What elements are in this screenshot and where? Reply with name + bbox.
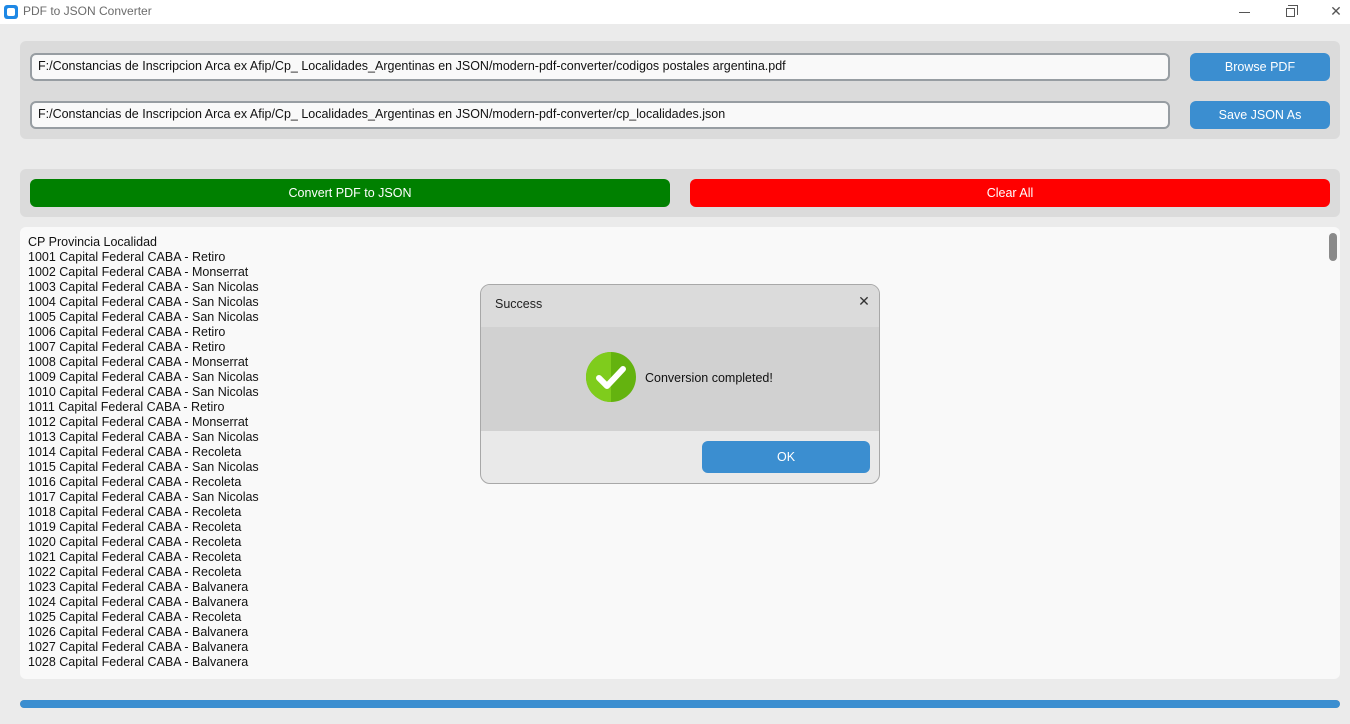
output-line: 1027 Capital Federal CABA - Balvanera — [28, 640, 249, 654]
browse-pdf-button[interactable]: Browse PDF — [1190, 53, 1330, 81]
app-icon — [4, 5, 18, 19]
close-icon: ✕ — [858, 294, 870, 310]
paths-panel: F:/Constancias de Inscripcion Arca ex Af… — [20, 41, 1340, 139]
output-line: 1028 Capital Federal CABA - Balvanera — [28, 655, 249, 669]
output-line: 1020 Capital Federal CABA - Recoleta — [28, 535, 242, 549]
output-line: 1003 Capital Federal CABA - San Nicolas — [28, 280, 259, 294]
output-line: CP Provincia Localidad — [28, 235, 158, 249]
convert-button[interactable]: Convert PDF to JSON — [30, 179, 670, 207]
checkmark-icon — [586, 352, 636, 402]
output-line: 1005 Capital Federal CABA - San Nicolas — [28, 310, 259, 324]
output-line: 1014 Capital Federal CABA - Recoleta — [28, 445, 242, 459]
output-line: 1023 Capital Federal CABA - Balvanera — [28, 580, 249, 594]
minimize-button[interactable] — [1221, 0, 1267, 24]
output-line: 1013 Capital Federal CABA - San Nicolas — [28, 430, 259, 444]
progress-bar — [20, 700, 1340, 708]
output-line: 1007 Capital Federal CABA - Retiro — [28, 340, 226, 354]
output-line: 1006 Capital Federal CABA - Retiro — [28, 325, 226, 339]
clear-all-button[interactable]: Clear All — [690, 179, 1330, 207]
dialog-message: Conversion completed! — [645, 371, 773, 385]
output-line: 1002 Capital Federal CABA - Monserrat — [28, 265, 249, 279]
dialog-title: Success — [495, 297, 543, 311]
output-line: 1010 Capital Federal CABA - San Nicolas — [28, 385, 259, 399]
output-line: 1025 Capital Federal CABA - Recoleta — [28, 610, 242, 624]
close-window-button[interactable]: ✕ — [1313, 0, 1350, 24]
output-line: 1026 Capital Federal CABA - Balvanera — [28, 625, 249, 639]
progress-fill — [20, 700, 1340, 708]
restore-icon — [1285, 4, 1298, 17]
output-line: 1019 Capital Federal CABA - Recoleta — [28, 520, 242, 534]
output-line: 1001 Capital Federal CABA - Retiro — [28, 250, 226, 264]
output-line: 1022 Capital Federal CABA - Recoleta — [28, 565, 242, 579]
pdf-path-input[interactable]: F:/Constancias de Inscripcion Arca ex Af… — [30, 53, 1170, 81]
scrollbar-thumb[interactable] — [1329, 233, 1337, 261]
ok-button[interactable]: OK — [702, 441, 870, 473]
output-line: 1012 Capital Federal CABA - Monserrat — [28, 415, 249, 429]
output-line: 1016 Capital Federal CABA - Recoleta — [28, 475, 242, 489]
output-line: 1017 Capital Federal CABA - San Nicolas — [28, 490, 259, 504]
close-icon: ✕ — [1330, 4, 1342, 20]
minimize-icon — [1238, 11, 1250, 13]
dialog-body: Conversion completed! — [481, 327, 879, 431]
output-lines: CP Provincia Localidad 1001 Capital Feder… — [28, 235, 259, 670]
output-line: 1018 Capital Federal CABA - Recoleta — [28, 505, 242, 519]
success-dialog: Success ✕ Conversion completed! OK — [480, 284, 880, 484]
output-line: 1011 Capital Federal CABA - Retiro — [28, 400, 225, 414]
output-line: 1009 Capital Federal CABA - San Nicolas — [28, 370, 259, 384]
output-line: 1024 Capital Federal CABA - Balvanera — [28, 595, 249, 609]
save-json-button[interactable]: Save JSON As — [1190, 101, 1330, 129]
dialog-header: Success ✕ — [481, 285, 879, 327]
window-title: PDF to JSON Converter — [23, 4, 152, 18]
restore-button[interactable] — [1267, 0, 1313, 24]
output-line: 1015 Capital Federal CABA - San Nicolas — [28, 460, 259, 474]
title-bar: PDF to JSON Converter ✕ — [0, 0, 1350, 24]
actions-panel: Convert PDF to JSON Clear All — [20, 169, 1340, 217]
output-line: 1008 Capital Federal CABA - Monserrat — [28, 355, 249, 369]
json-path-input[interactable]: F:/Constancias de Inscripcion Arca ex Af… — [30, 101, 1170, 129]
output-line: 1021 Capital Federal CABA - Recoleta — [28, 550, 242, 564]
output-line: 1004 Capital Federal CABA - San Nicolas — [28, 295, 259, 309]
dialog-close-button[interactable]: ✕ — [855, 293, 873, 311]
